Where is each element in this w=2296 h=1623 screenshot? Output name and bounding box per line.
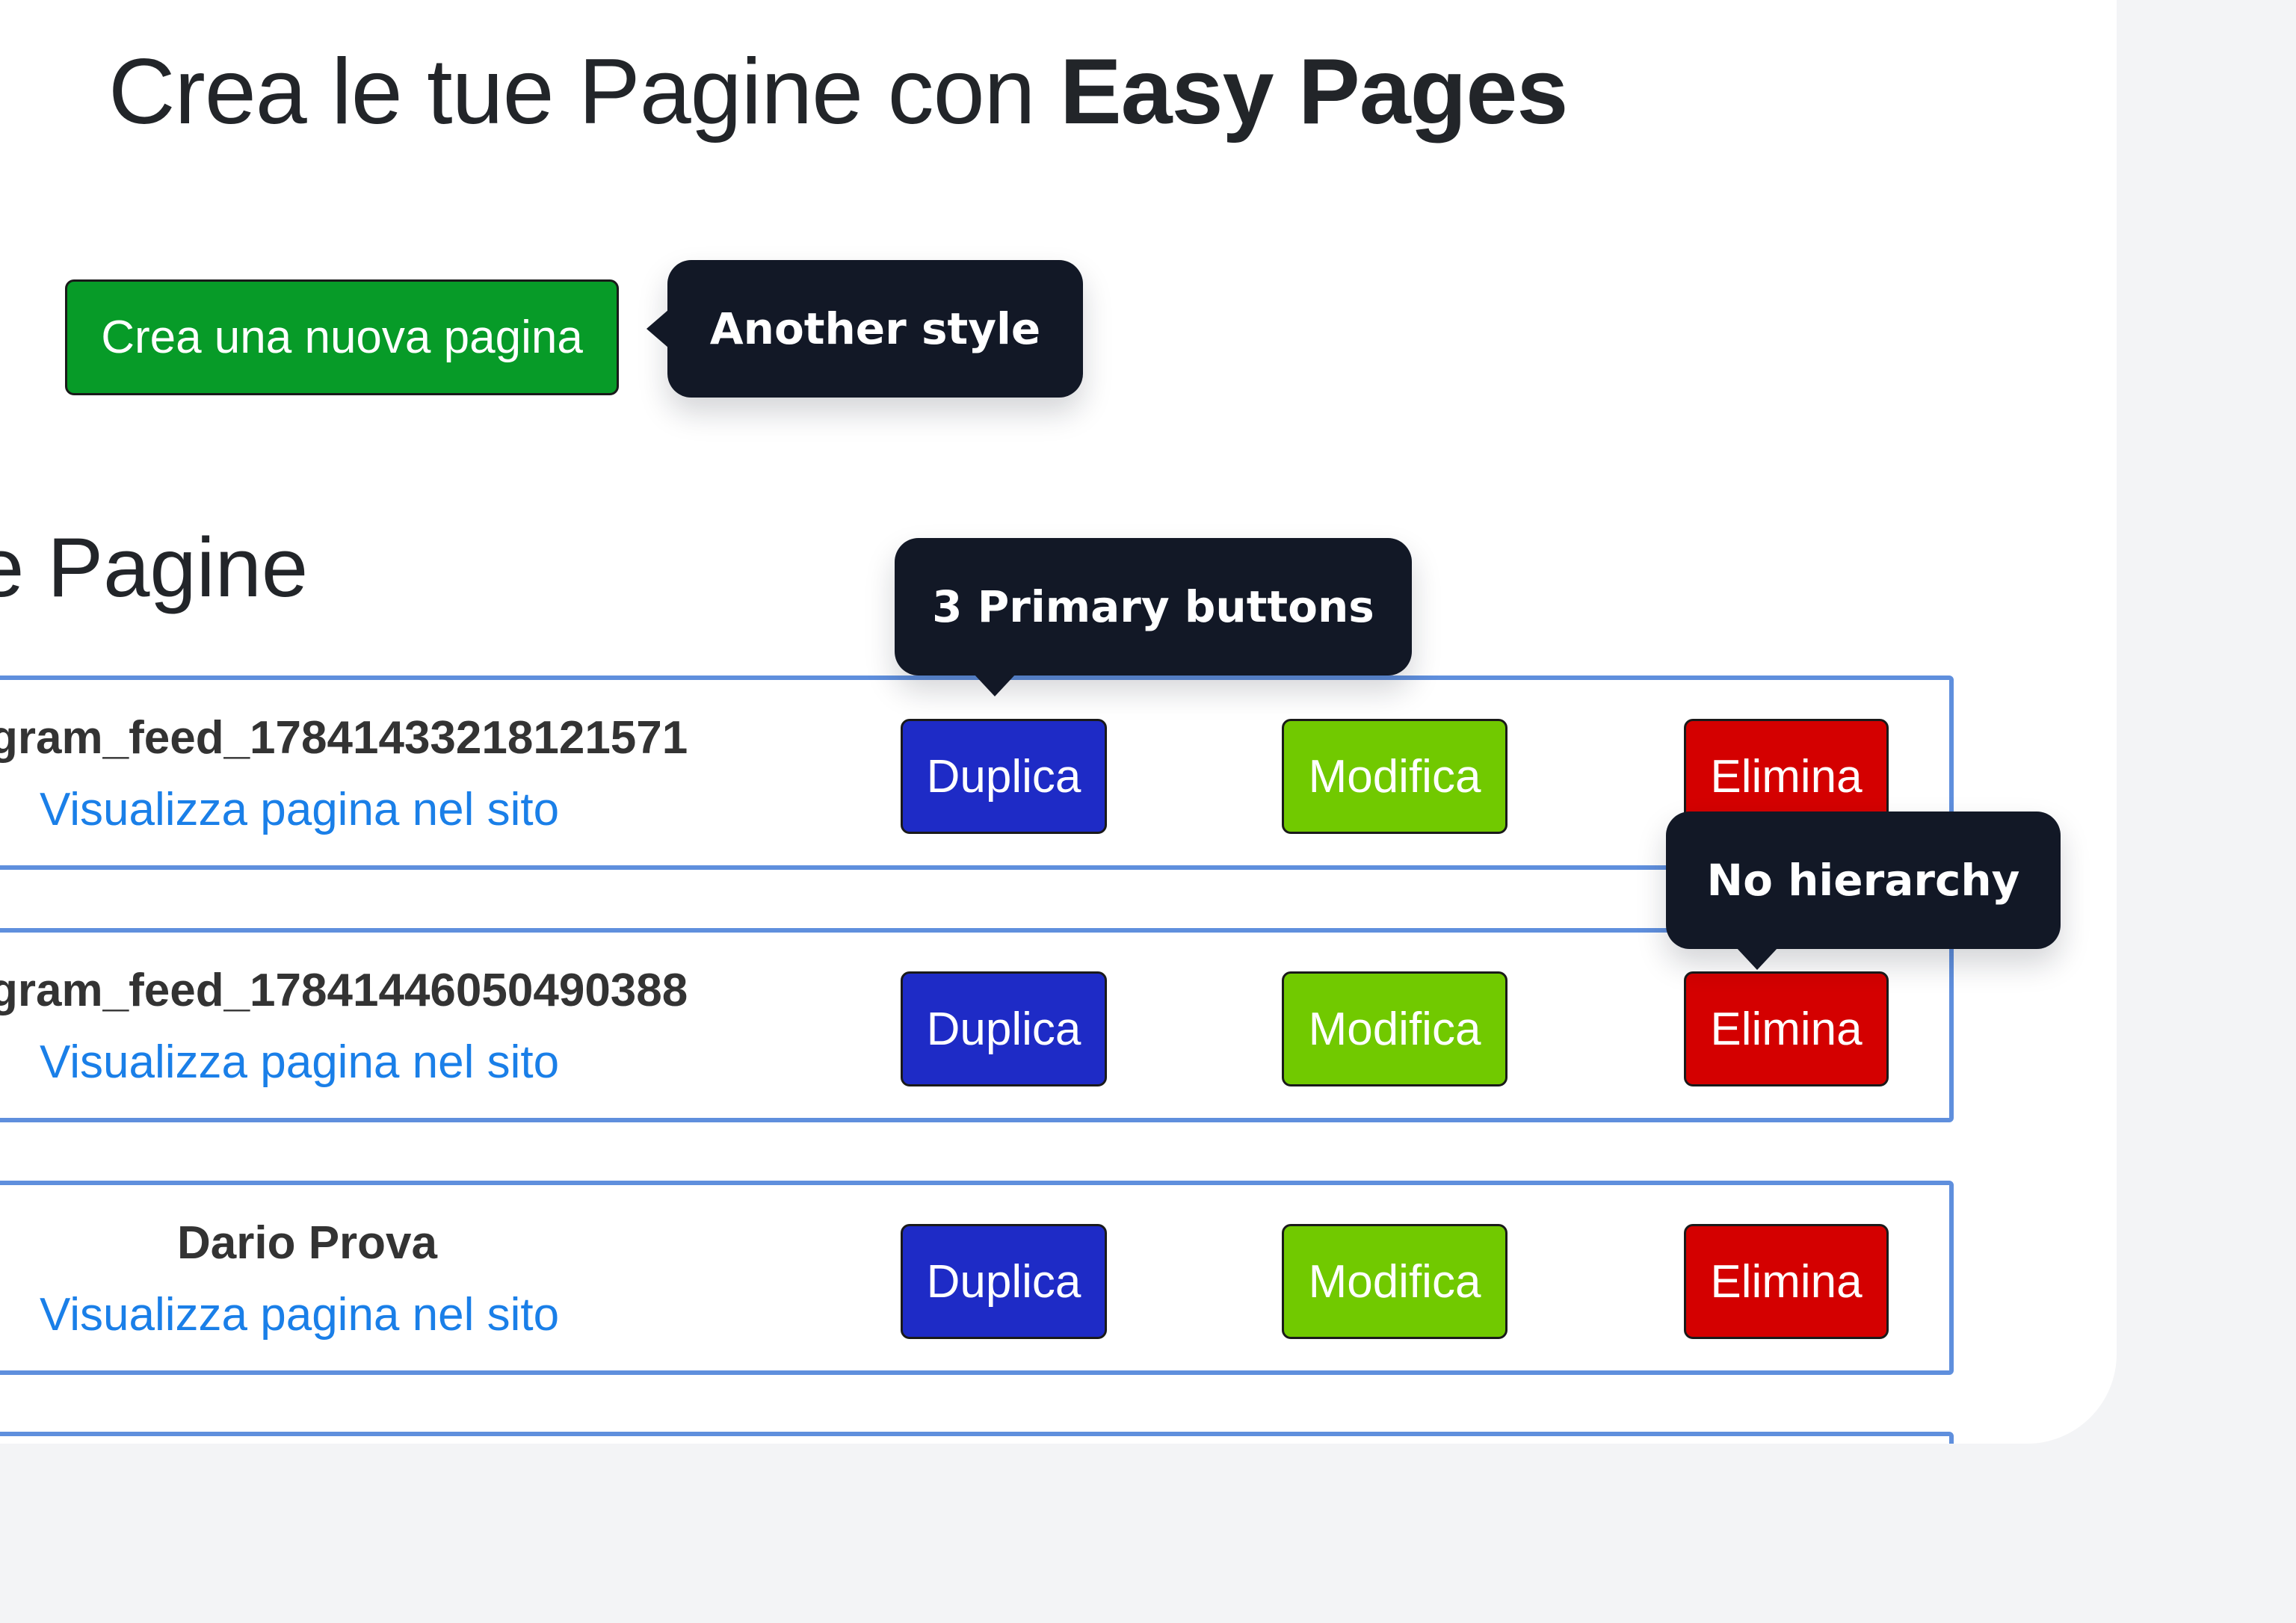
view-page-link[interactable]: Visualizza pagina nel sito (40, 1036, 559, 1089)
annotation-no-hierarchy: No hierarchy (1666, 812, 2061, 970)
page-name: Dario Prova (176, 1217, 438, 1269)
duplicate-button[interactable]: Duplica (901, 971, 1107, 1086)
duplicate-button[interactable]: Duplica (901, 1224, 1107, 1339)
delete-button[interactable]: Elimina (1684, 1224, 1889, 1339)
page-title-bold: Easy Pages (1059, 40, 1568, 143)
page-row (0, 1432, 1954, 1444)
edit-button[interactable]: Modifica (1282, 971, 1507, 1086)
page-name: gram_feed_17841446050490388 (0, 965, 688, 1016)
page-title-regular: Crea le tue Pagine con (108, 40, 1060, 143)
annotation-another-style: Another style (646, 260, 1083, 398)
view-page-link[interactable]: Visualizza pagina nel sito (40, 1288, 559, 1341)
annotation-primary-buttons: 3 Primary buttons (895, 538, 1412, 696)
edit-button[interactable]: Modifica (1282, 1224, 1507, 1339)
page-row: gram_feed_17841433218121571 Visualizza p… (0, 676, 1954, 870)
page-title: Crea le tue Pagine con Easy Pages (108, 36, 1568, 148)
page-card: Crea le tue Pagine con Easy Pages Crea u… (0, 0, 2117, 1444)
create-page-button[interactable]: Crea una nuova pagina (65, 279, 619, 395)
duplicate-button[interactable]: Duplica (901, 719, 1107, 834)
page-name: gram_feed_17841433218121571 (0, 712, 688, 764)
edit-button[interactable]: Modifica (1282, 719, 1507, 834)
view-page-link[interactable]: Visualizza pagina nel sito (40, 783, 559, 836)
page-row: Dario Prova Visualizza pagina nel sito D… (0, 1181, 1954, 1375)
delete-button[interactable]: Elimina (1684, 971, 1889, 1086)
section-title: e Pagine (0, 521, 309, 614)
page-row: gram_feed_17841446050490388 Visualizza p… (0, 928, 1954, 1122)
